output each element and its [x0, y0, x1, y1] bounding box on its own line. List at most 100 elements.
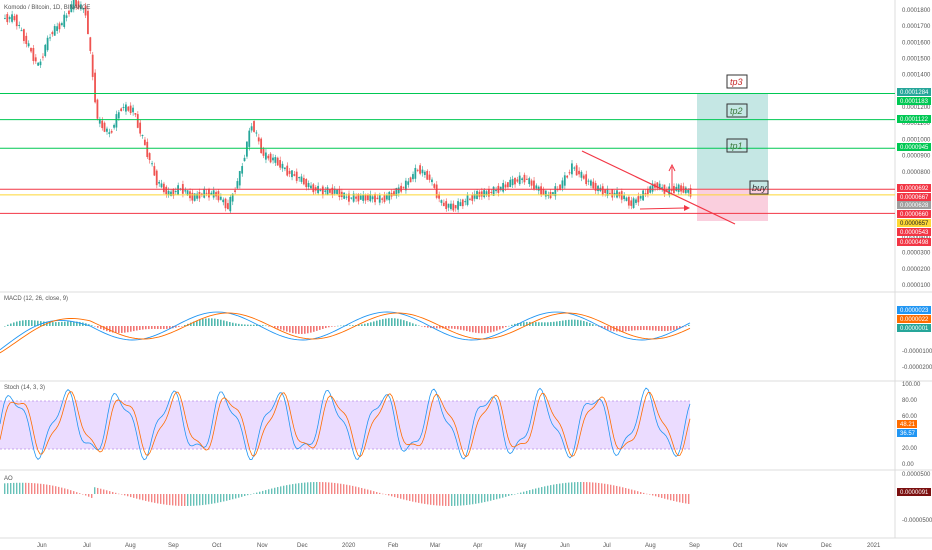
arrow-line[interactable] — [639, 207, 685, 210]
ao-bar — [565, 482, 567, 494]
ao-title: AO — [4, 476, 13, 482]
candle-body — [480, 191, 483, 197]
candle-body — [148, 153, 151, 161]
macd-bar — [307, 326, 309, 334]
ao-bar — [439, 494, 441, 506]
candle-body — [91, 54, 94, 77]
macd-bar — [64, 321, 66, 326]
ao-bar — [484, 494, 486, 503]
time-axis[interactable]: Jun Jul Aug Sep Oct Nov Dec 2020 Feb Mar Apr May Jun… — [37, 543, 881, 549]
ao-bar — [160, 494, 162, 504]
ao-bar — [340, 483, 342, 494]
macd-bar — [157, 326, 159, 329]
candle-body — [324, 190, 327, 192]
candle-body — [155, 170, 158, 186]
macd-bar — [595, 325, 597, 326]
candle-body — [291, 170, 293, 178]
macd-bar — [664, 326, 666, 332]
macd-bar — [565, 320, 567, 326]
ao-bar — [70, 490, 72, 494]
macd-bar — [91, 325, 93, 326]
ao-bar — [199, 494, 201, 506]
ao-bar — [205, 494, 207, 505]
candle-body — [528, 178, 531, 185]
time-tick-label: Oct — [733, 543, 743, 549]
buy-label[interactable]: buy — [749, 180, 769, 195]
macd-bar — [502, 326, 504, 329]
ao-bar — [523, 491, 525, 494]
macd-bar — [19, 320, 21, 326]
macd-bar — [676, 326, 678, 330]
time-tick-label: Sep — [689, 543, 700, 549]
macd-bar — [484, 326, 486, 334]
candle-body — [414, 167, 417, 179]
macd-bar — [466, 326, 468, 332]
ao-bar — [151, 494, 153, 503]
tp3-label[interactable]: tp3 — [726, 74, 748, 89]
candle-body — [18, 24, 21, 26]
ao-bar — [688, 494, 690, 504]
ao-bar — [202, 494, 204, 506]
macd-bar — [331, 326, 333, 327]
candle-body — [60, 23, 63, 26]
macd-bar — [319, 326, 321, 330]
ao-bar — [562, 483, 564, 494]
macd-bar — [163, 326, 165, 329]
ao-bar — [436, 494, 438, 506]
ao-bar — [517, 493, 519, 494]
price-axis[interactable]: 0.0001800 0.0001700 0.0001600 0.0001500 0.00… — [897, 8, 931, 289]
candle-body — [668, 186, 671, 196]
ao-bar — [607, 484, 609, 494]
candle-body — [442, 202, 445, 207]
ao-bar — [673, 494, 675, 501]
candle-body — [132, 107, 134, 113]
ao-bar — [547, 485, 549, 494]
macd-bar — [511, 324, 513, 326]
ao-bar — [463, 494, 465, 506]
ao-bar — [574, 482, 576, 494]
macd-bar — [556, 321, 558, 326]
candle-body — [153, 166, 156, 176]
macd-bar — [394, 318, 396, 326]
macd-bar — [652, 326, 654, 331]
trading-chart[interactable]: tp3 tp2 tp1 buy -0.0000100 -0.0000200 0.00… — [0, 0, 932, 550]
candle-body — [589, 180, 592, 186]
macd-bar — [154, 326, 156, 329]
candle-body — [307, 183, 310, 188]
ao-bar — [73, 491, 75, 494]
macd-bar — [241, 324, 243, 326]
macd-bar — [229, 322, 231, 326]
ao-bar — [271, 488, 273, 494]
ao-bar — [493, 494, 495, 500]
stoch-tag-text: 48.21 — [900, 422, 916, 428]
candle-body — [32, 48, 35, 61]
ao-bar — [193, 494, 195, 506]
macd-bar — [28, 320, 30, 326]
candle-body — [618, 192, 621, 197]
candle-body — [338, 189, 341, 198]
ao-bar — [301, 482, 303, 494]
ao-bar — [253, 493, 255, 494]
ao-bar — [511, 494, 513, 496]
price-tag-text: 0.0000498 — [900, 240, 929, 246]
macd-bar — [631, 326, 633, 331]
candle-body — [378, 194, 381, 203]
ao-bar — [589, 482, 591, 494]
macd-pane[interactable]: -0.0000100 -0.0000200 0.0000023 0.0000022 0.… — [0, 306, 932, 371]
macd-title: MACD (12, 26, close, 9) — [4, 296, 68, 302]
ao-bar — [625, 488, 627, 494]
ao-bar — [412, 494, 414, 502]
candle-body — [8, 17, 11, 20]
candle-body — [300, 176, 303, 182]
macd-bar — [364, 323, 366, 326]
candle-body — [402, 186, 405, 188]
ao-bar — [112, 491, 114, 494]
price-tag-text: 0.0001284 — [900, 90, 929, 96]
ao-bar — [148, 494, 150, 502]
price-tick-label: 0.0001200 — [902, 105, 931, 111]
candle-body — [248, 130, 251, 147]
ao-pane[interactable]: 0.0000500 -0.0000500 0.0000091 — [4, 472, 932, 524]
ao-bar — [331, 482, 333, 494]
ao-bar — [628, 488, 630, 494]
ao-bar — [382, 493, 384, 495]
